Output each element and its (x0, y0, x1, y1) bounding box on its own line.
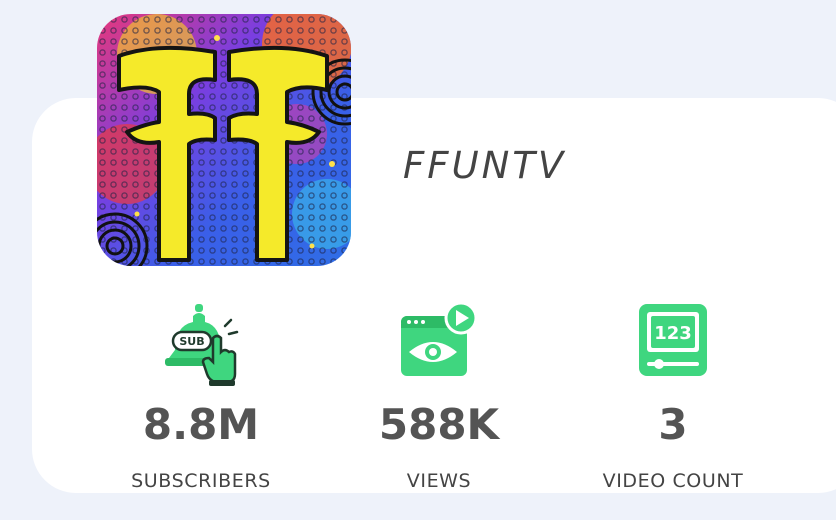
video-count-value: 3 (658, 400, 688, 449)
video-views-eye-icon (399, 300, 479, 384)
subscribe-bell-icon: SUB (159, 300, 243, 390)
channel-avatar[interactable] (97, 14, 351, 266)
subscribers-label: SUBSCRIBERS (131, 470, 271, 492)
stat-video-count: 123 3 VIDEO COUNT (573, 300, 773, 500)
stat-views: 588K VIEWS (339, 300, 539, 500)
subscribers-value: 8.8M (142, 400, 260, 449)
stat-subscribers: SUB 8.8M SUBSCRIBERS (101, 300, 301, 500)
views-label: VIEWS (406, 470, 472, 492)
video-count-123-icon: 123 (635, 300, 711, 384)
svg-text:SUB: SUB (179, 335, 204, 348)
views-value: 588K (378, 400, 500, 449)
svg-text:123: 123 (654, 323, 692, 344)
channel-name: FFUNTV (403, 144, 567, 187)
ffuntv-logo-icon (97, 14, 351, 266)
video-count-label: VIDEO COUNT (602, 470, 744, 492)
